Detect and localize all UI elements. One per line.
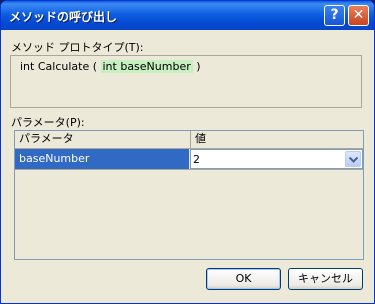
- prototype-suffix: ): [192, 60, 201, 73]
- dialog-title: メソッドの呼び出し: [9, 10, 118, 24]
- parameter-value[interactable]: 2: [193, 152, 200, 167]
- chevron-down-icon: [349, 157, 358, 163]
- prototype-box: int Calculate ( int baseNumber ): [10, 55, 362, 108]
- table-row[interactable]: baseNumber 2: [15, 149, 363, 170]
- close-button[interactable]: ✕: [348, 5, 369, 26]
- grid-header: パラメータ 値: [15, 131, 363, 149]
- prototype-parameter-highlight: int baseNumber: [100, 60, 193, 73]
- prototype-label: メソッド プロトタイプ(T):: [11, 41, 144, 54]
- value-dropdown-button[interactable]: [345, 151, 361, 167]
- dialog-window: メソッドの呼び出し ? ✕ メソッド プロトタイプ(T): int Calcul…: [0, 0, 375, 304]
- parameter-value-combobox[interactable]: 2: [190, 149, 363, 169]
- column-header-parameter[interactable]: パラメータ: [15, 131, 190, 148]
- prototype-text: int Calculate ( int baseNumber ): [20, 60, 201, 73]
- parameter-name-cell[interactable]: baseNumber: [15, 149, 189, 169]
- column-header-value[interactable]: 値: [191, 131, 363, 148]
- help-button[interactable]: ?: [324, 5, 345, 26]
- parameters-label: パラメータ(P):: [11, 116, 85, 129]
- prototype-prefix: int Calculate (: [20, 60, 101, 73]
- cancel-button[interactable]: キャンセル: [288, 268, 363, 290]
- ok-button[interactable]: OK: [206, 268, 281, 290]
- close-icon: ✕: [352, 7, 365, 23]
- title-bar[interactable]: メソッドの呼び出し ? ✕: [1, 1, 374, 30]
- parameters-grid[interactable]: パラメータ 値 baseNumber 2: [14, 130, 364, 260]
- help-icon: ?: [330, 7, 339, 23]
